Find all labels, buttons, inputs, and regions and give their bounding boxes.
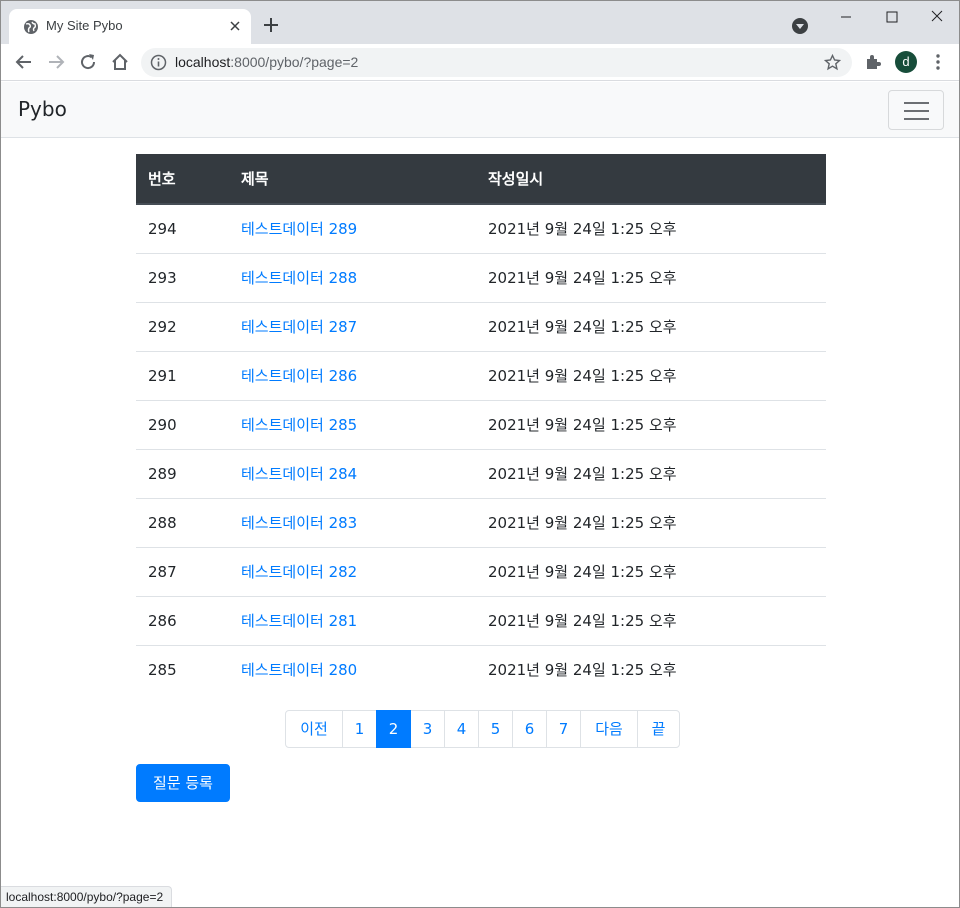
globe-icon — [24, 20, 38, 34]
question-link[interactable]: 테스트데이터 283 — [241, 514, 357, 532]
browser-toolbar: localhost:8000/pybo/?page=2 d — [1, 44, 959, 81]
table-row: 292 테스트데이터 287 2021년 9월 24일 1:25 오후 — [136, 301, 826, 351]
question-link[interactable]: 테스트데이터 288 — [241, 269, 357, 287]
row-subject: 테스트데이터 285 — [229, 399, 476, 449]
new-tab-icon[interactable] — [261, 15, 281, 35]
page-link-4[interactable]: 4 — [444, 710, 479, 748]
row-date: 2021년 9월 24일 1:25 오후 — [476, 595, 826, 645]
question-link[interactable]: 테스트데이터 284 — [241, 465, 357, 483]
row-date: 2021년 9월 24일 1:25 오후 — [476, 497, 826, 547]
row-subject: 테스트데이터 287 — [229, 301, 476, 351]
header-number: 번호 — [136, 154, 229, 205]
table-row: 286 테스트데이터 281 2021년 9월 24일 1:25 오후 — [136, 595, 826, 645]
maximize-icon[interactable] — [877, 7, 907, 27]
header-subject: 제목 — [229, 154, 476, 205]
row-number: 294 — [148, 219, 177, 238]
row-date: 2021년 9월 24일 1:25 오후 — [476, 399, 826, 449]
url-host: localhost — [175, 54, 231, 70]
table-row: 290 테스트데이터 285 2021년 9월 24일 1:25 오후 — [136, 399, 826, 449]
page-next-link[interactable]: 다음 — [580, 710, 638, 748]
status-bar-url: localhost:8000/pybo/?page=2 — [1, 886, 173, 907]
page-link-3[interactable]: 3 — [410, 710, 445, 748]
question-link[interactable]: 테스트데이터 286 — [241, 367, 357, 385]
page-link-5[interactable]: 5 — [478, 710, 513, 748]
row-number: 288 — [136, 497, 229, 547]
minimize-icon[interactable] — [831, 7, 861, 27]
row-number: 291 — [136, 350, 229, 400]
page-link-7[interactable]: 7 — [546, 710, 581, 748]
close-icon[interactable] — [227, 18, 243, 34]
site-navbar: Pybo — [1, 82, 959, 138]
window-close-icon[interactable] — [922, 7, 952, 27]
hamburger-icon-bar — [904, 118, 929, 120]
row-date: 2021년 9월 24일 1:25 오후 — [476, 301, 826, 351]
row-subject: 테스트데이터 288 — [229, 252, 476, 302]
navbar-brand[interactable]: Pybo — [18, 97, 67, 121]
row-subject: 테스트데이터 282 — [229, 546, 476, 596]
row-number: 289 — [136, 448, 229, 498]
table-row: 294 테스트데이터 289 2021년 9월 24일 1:25 오후 — [136, 204, 826, 253]
browser-tab[interactable]: My Site Pybo — [9, 9, 251, 44]
browser-window: My Site Pybo localhost:8000/pybo/?page=2… — [0, 0, 960, 908]
row-date: 2021년 9월 24일 1:25 오후 — [476, 546, 826, 596]
table-row: 291 테스트데이터 286 2021년 9월 24일 1:25 오후 — [136, 350, 826, 400]
create-question-button[interactable]: 질문 등록 — [136, 764, 230, 802]
page-link-6[interactable]: 6 — [512, 710, 547, 748]
extensions-icon[interactable] — [864, 53, 882, 71]
url-text[interactable]: localhost:8000/pybo/?page=2 — [175, 54, 358, 70]
address-bar[interactable]: localhost:8000/pybo/?page=2 — [141, 48, 852, 77]
url-path: :8000/pybo/?page=2 — [230, 54, 359, 70]
row-date: 2021년 9월 24일 1:25 오후 — [488, 220, 677, 239]
row-date: 2021년 9월 24일 1:25 오후 — [476, 448, 826, 498]
row-number: 285 — [136, 644, 229, 694]
bookmark-star-icon[interactable] — [824, 54, 841, 71]
row-number: 287 — [136, 546, 229, 596]
row-number: 286 — [136, 595, 229, 645]
hamburger-icon-bar — [904, 102, 929, 104]
table-row: 285 테스트데이터 280 2021년 9월 24일 1:25 오후 — [136, 644, 826, 694]
row-subject: 테스트데이터 284 — [229, 448, 476, 498]
table-header-row: 번호 제목 작성일시 — [136, 154, 826, 205]
table-row: 289 테스트데이터 284 2021년 9월 24일 1:25 오후 — [136, 448, 826, 498]
forward-icon[interactable] — [46, 52, 66, 72]
row-number: 292 — [136, 301, 229, 351]
profile-avatar[interactable]: d — [895, 51, 917, 73]
page-last-link[interactable]: 끝 — [637, 710, 680, 748]
row-subject: 테스트데이터 280 — [229, 644, 476, 694]
back-icon[interactable] — [14, 52, 34, 72]
header-created-date: 작성일시 — [476, 154, 826, 205]
table-row: 287 테스트데이터 282 2021년 9월 24일 1:25 오후 — [136, 546, 826, 596]
question-link[interactable]: 테스트데이터 285 — [241, 416, 357, 434]
question-link[interactable]: 테스트데이터 280 — [241, 661, 357, 679]
row-date: 2021년 9월 24일 1:25 오후 — [476, 644, 826, 694]
tab-title: My Site Pybo — [46, 18, 123, 33]
row-subject: 테스트데이터 286 — [229, 350, 476, 400]
table-row: 288 테스트데이터 283 2021년 9월 24일 1:25 오후 — [136, 497, 826, 547]
question-link[interactable]: 테스트데이터 282 — [241, 563, 357, 581]
row-subject: 테스트데이터 283 — [229, 497, 476, 547]
row-subject: 테스트데이터 289 — [229, 204, 476, 253]
page-link-2-current[interactable]: 2 — [376, 710, 411, 748]
row-subject: 테스트데이터 281 — [229, 595, 476, 645]
table-row: 293 테스트데이터 288 2021년 9월 24일 1:25 오후 — [136, 252, 826, 302]
tab-search-icon[interactable] — [791, 17, 809, 35]
row-number: 290 — [136, 399, 229, 449]
pagination: 이전 1 2 3 4 5 6 7 다음 끝 — [285, 710, 680, 748]
row-date: 2021년 9월 24일 1:25 오후 — [476, 252, 826, 302]
hamburger-icon-bar — [904, 110, 929, 112]
kebab-menu-icon[interactable] — [930, 53, 946, 71]
question-link[interactable]: 테스트데이터 287 — [241, 318, 357, 336]
page-link-1[interactable]: 1 — [342, 710, 377, 748]
tab-strip: My Site Pybo — [1, 1, 959, 44]
question-table: 번호 제목 작성일시 294 테스트데이터 289 2021년 9월 24일 1… — [136, 154, 826, 694]
question-link[interactable]: 테스트데이터 281 — [241, 612, 357, 630]
page-prev-link[interactable]: 이전 — [285, 710, 343, 748]
info-icon[interactable] — [150, 54, 167, 71]
row-number: 293 — [136, 252, 229, 302]
reload-icon[interactable] — [78, 52, 98, 72]
home-icon[interactable] — [110, 52, 130, 72]
question-link[interactable]: 테스트데이터 289 — [241, 220, 357, 238]
navbar-toggler-button[interactable] — [888, 90, 944, 130]
row-date: 2021년 9월 24일 1:25 오후 — [476, 350, 826, 400]
